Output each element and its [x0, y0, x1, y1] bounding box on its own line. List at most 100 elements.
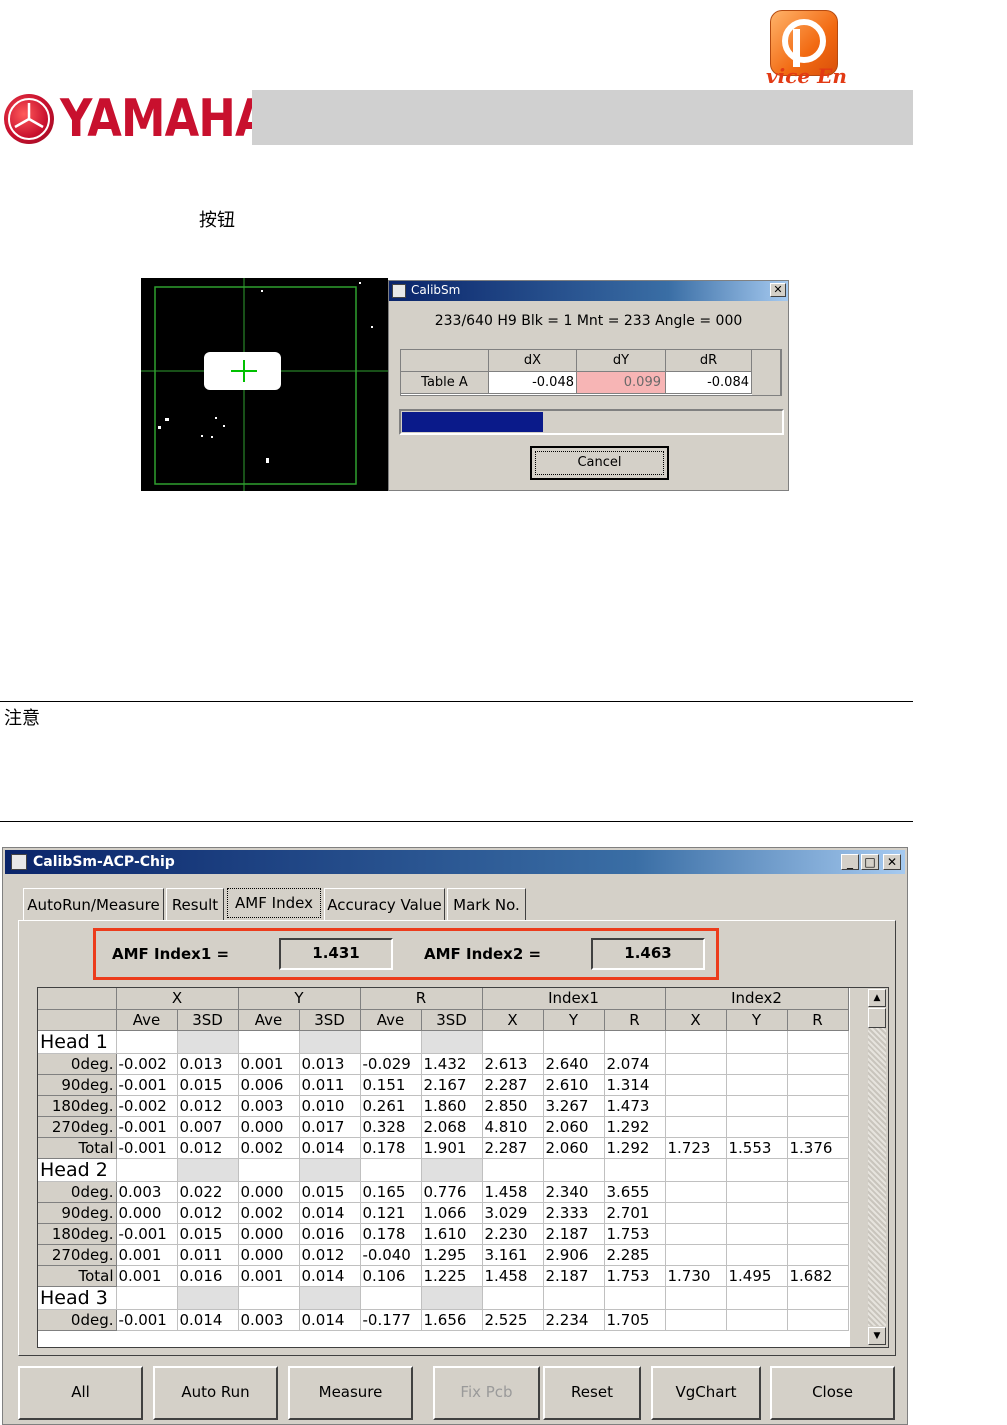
data-cell: 1.656 — [421, 1309, 483, 1331]
camera-view — [141, 278, 388, 491]
data-cell: 0.016 — [177, 1265, 239, 1287]
empty-cell — [604, 1286, 666, 1310]
empty-cell — [665, 1286, 727, 1310]
data-cell — [665, 1116, 727, 1138]
data-cell: 2.287 — [482, 1074, 544, 1096]
cancel-button[interactable]: Cancel — [530, 446, 669, 480]
data-cell: 2.167 — [421, 1074, 483, 1096]
tab-result[interactable]: Result — [166, 888, 224, 920]
data-cell: 1.753 — [604, 1265, 666, 1287]
close-icon[interactable]: ✕ — [883, 854, 901, 870]
data-cell: 2.610 — [543, 1074, 605, 1096]
row-label: Total — [38, 1265, 117, 1287]
amf-index-grid[interactable]: X Y R Index1 Index2 Ave 3SD Ave 3SD Ave 3SD X Y R X Y R H… — [37, 987, 889, 1348]
data-cell: 1.682 — [787, 1265, 849, 1287]
data-cell: 0.000 — [116, 1202, 178, 1224]
auto-run-button[interactable]: Auto Run — [153, 1366, 278, 1420]
fix-pcb-button[interactable]: Fix Pcb — [433, 1366, 540, 1420]
data-cell: 1.495 — [726, 1265, 788, 1287]
dialog-titlebar: CalibSm ✕ — [389, 281, 788, 301]
data-cell: 0.003 — [116, 1181, 178, 1203]
data-cell: 0.001 — [238, 1053, 300, 1075]
data-cell: 1.225 — [421, 1265, 483, 1287]
column-header: X — [665, 1009, 727, 1031]
data-cell: 1.295 — [421, 1244, 483, 1266]
data-cell: 0.000 — [238, 1244, 300, 1266]
data-cell: 1.901 — [421, 1137, 483, 1159]
measure-button[interactable]: Measure — [288, 1366, 413, 1420]
data-cell: 0.121 — [360, 1202, 422, 1224]
tab-mark-no[interactable]: Mark No. — [447, 888, 526, 920]
action-buttons: All Auto Run Measure Fix Pcb Reset VgChart Clo… — [18, 1360, 896, 1424]
data-cell — [726, 1223, 788, 1245]
data-cell: 0.014 — [299, 1309, 361, 1331]
data-cell — [665, 1053, 727, 1075]
empty-cell — [299, 1030, 361, 1054]
data-cell: 0.106 — [360, 1265, 422, 1287]
table-row: 90deg. -0.001 0.015 0.006 0.011 0.151 2.167 2.2… — [38, 1074, 849, 1096]
column-header: X — [482, 1009, 544, 1031]
group-header: Y — [238, 988, 361, 1010]
reset-button[interactable]: Reset — [543, 1366, 641, 1420]
all-button[interactable]: All — [18, 1366, 143, 1420]
data-cell: 1.860 — [421, 1095, 483, 1117]
data-cell: 3.029 — [482, 1202, 544, 1224]
group-header-row: X Y R Index1 Index2 — [38, 988, 849, 1010]
minimize-icon[interactable]: _ — [841, 854, 859, 870]
column-header: 3SD — [299, 1009, 361, 1031]
data-cell: 0.012 — [177, 1202, 239, 1224]
data-cell: 2.701 — [604, 1202, 666, 1224]
close-button[interactable]: Close — [770, 1366, 895, 1420]
table-row: 0deg. 0.003 0.022 0.000 0.015 0.165 0.776 1.458… — [38, 1181, 849, 1203]
table-scroll-area — [752, 350, 781, 395]
maximize-icon[interactable]: □ — [861, 854, 879, 870]
data-cell — [787, 1116, 849, 1138]
data-cell: 0.002 — [238, 1137, 300, 1159]
data-cell — [726, 1309, 788, 1331]
dialog-title: CalibSm — [411, 283, 461, 297]
data-cell: 0.012 — [299, 1244, 361, 1266]
data-cell: 0.011 — [299, 1074, 361, 1096]
head-label: Head 1 — [38, 1030, 117, 1054]
column-header: dX — [489, 350, 577, 372]
scroll-down-icon[interactable]: ▼ — [868, 1327, 886, 1345]
vertical-scrollbar[interactable]: ▲ ▼ — [850, 988, 888, 1347]
data-cell — [726, 1116, 788, 1138]
scroll-up-icon[interactable]: ▲ — [868, 989, 886, 1007]
table-row: 0deg. -0.002 0.013 0.001 0.013 -0.029 1.432 2.6… — [38, 1053, 849, 1075]
data-cell: 1.376 — [787, 1137, 849, 1159]
data-cell: 1.753 — [604, 1223, 666, 1245]
empty-cell — [177, 1030, 239, 1054]
scroll-thumb[interactable] — [868, 1008, 886, 1028]
data-cell: 1.066 — [421, 1202, 483, 1224]
app-icon — [392, 284, 406, 298]
data-cell: 2.613 — [482, 1053, 544, 1075]
data-cell — [726, 1095, 788, 1117]
tab-amf-index[interactable]: AMF Index — [227, 888, 321, 918]
column-header: Y — [726, 1009, 788, 1031]
data-cell: 0.001 — [116, 1265, 178, 1287]
tab-accuracy-value[interactable]: Accuracy Value — [324, 888, 445, 920]
tab-autorun-measure[interactable]: AutoRun/Measure — [23, 888, 164, 920]
data-cell: -0.001 — [116, 1116, 178, 1138]
header-bar — [252, 90, 913, 145]
empty-cell — [787, 1286, 849, 1310]
data-cell — [665, 1074, 727, 1096]
data-cell: 2.287 — [482, 1137, 544, 1159]
data-cell — [726, 1053, 788, 1075]
amf-index2-label: AMF Index2 = — [424, 945, 542, 963]
data-cell: 2.234 — [543, 1309, 605, 1331]
data-cell: -0.002 — [116, 1095, 178, 1117]
window-title: CalibSm-ACP-Chip — [33, 854, 175, 870]
amf-index2-value: 1.463 — [591, 938, 705, 970]
row-label: 270deg. — [38, 1116, 117, 1138]
group-header: X — [116, 988, 239, 1010]
data-cell: 0.001 — [116, 1244, 178, 1266]
close-icon[interactable]: ✕ — [770, 283, 786, 297]
vgchart-button[interactable]: VgChart — [651, 1366, 761, 1420]
data-cell: 0.013 — [177, 1053, 239, 1075]
scroll-track[interactable] — [868, 1028, 886, 1326]
empty-cell — [238, 1158, 300, 1182]
row-label: Total — [38, 1137, 117, 1159]
data-cell: 2.230 — [482, 1223, 544, 1245]
